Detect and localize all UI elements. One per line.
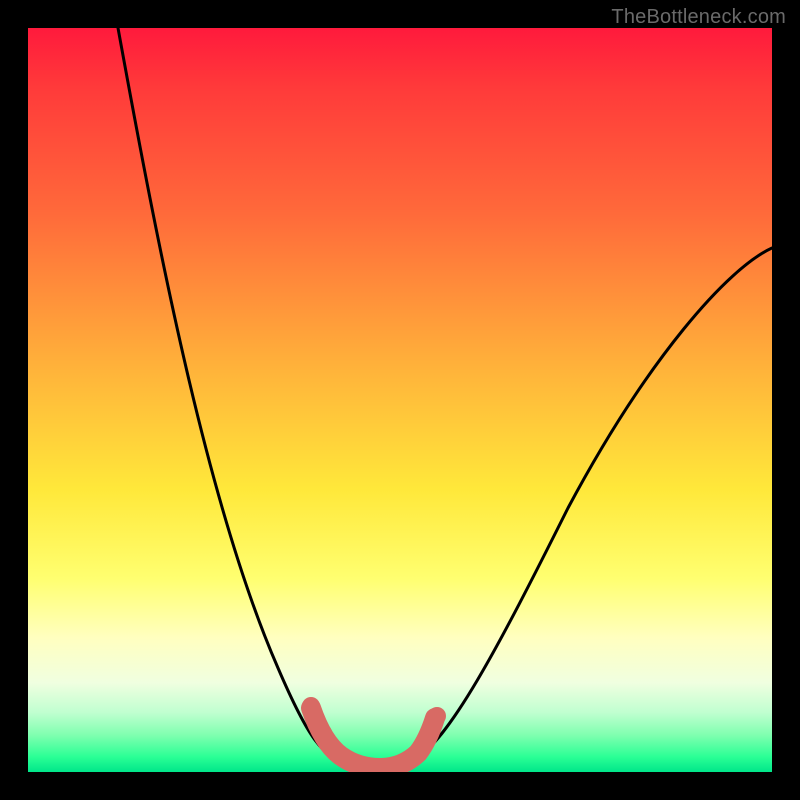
chart-plot-area xyxy=(28,28,772,772)
bottleneck-curve-path xyxy=(118,28,772,766)
optimum-marker-dot xyxy=(314,724,332,742)
optimum-marker-dot xyxy=(302,697,320,715)
chart-svg xyxy=(28,28,772,772)
optimum-marker-dot xyxy=(422,721,440,739)
optimum-marker-dot xyxy=(428,707,446,725)
watermark-text: TheBottleneck.com xyxy=(611,6,786,29)
optimum-marker-path xyxy=(311,708,435,768)
